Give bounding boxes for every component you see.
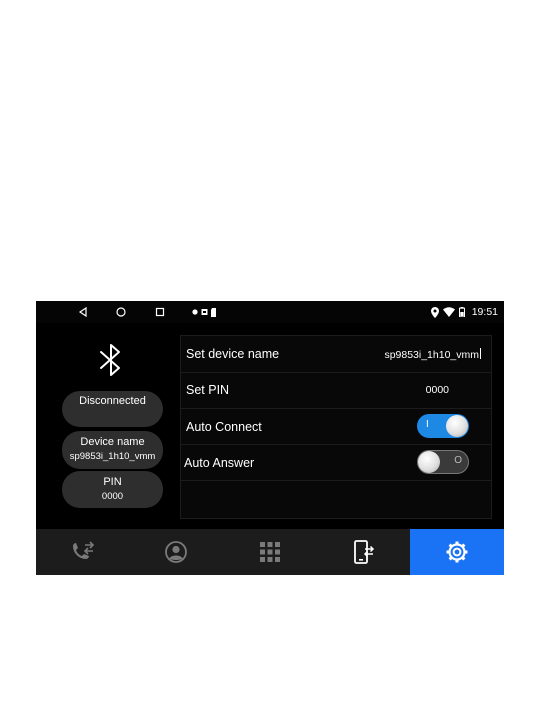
bluetooth-icon [100, 344, 120, 376]
contacts-icon [165, 541, 188, 563]
connection-status-text: Disconnected [79, 395, 146, 407]
auto-connect-label: Auto Connect [186, 420, 262, 434]
bluetooth-info-panel: Disconnected Device name sp9853i_1h10_vm… [36, 323, 180, 529]
toggle-on-mark: I [426, 419, 429, 430]
device-name-pill: Device name sp9853i_1h10_vmm [62, 431, 163, 469]
sdcard-icon [211, 307, 216, 317]
tab-call-log[interactable] [36, 529, 130, 575]
head-unit-screen: 19:51 Disconnected Device name sp9853i_1… [36, 301, 504, 575]
auto-answer-label: Auto Answer [184, 456, 255, 470]
home-icon[interactable] [114, 305, 128, 319]
bottom-tab-bar [36, 529, 504, 575]
settings-gear-icon [446, 541, 468, 563]
notification-dot-icon [192, 309, 198, 315]
system-status-icons: 19:51 [430, 304, 498, 320]
set-device-name-label: Set device name [186, 347, 280, 361]
notification-icons [192, 306, 217, 318]
set-pin-row[interactable]: Set PIN 0000 [181, 372, 491, 409]
connection-status-pill: Disconnected [62, 391, 163, 427]
tab-contacts[interactable] [130, 529, 224, 575]
dialpad-icon [259, 542, 280, 562]
pin-input[interactable]: 0000 [426, 384, 449, 396]
location-icon [430, 306, 439, 318]
pin-label: PIN [103, 476, 122, 488]
status-clock: 19:51 [471, 306, 498, 318]
recents-icon[interactable] [153, 305, 167, 319]
bluetooth-settings-list: Set device name sp9853i_1h10_vmm Set PIN… [180, 335, 492, 519]
auto-answer-row: Auto Answer O [181, 444, 491, 481]
status-bar: 19:51 [36, 301, 504, 323]
device-name-value: sp9853i_1h10_vmm [69, 451, 156, 462]
back-icon[interactable] [76, 305, 90, 319]
set-device-name-row[interactable]: Set device name sp9853i_1h10_vmm [181, 336, 491, 373]
pin-value: 0000 [101, 491, 124, 502]
device-name-label: Device name [80, 436, 145, 448]
toggle-knob [446, 415, 468, 437]
text-cursor [480, 348, 481, 359]
auto-connect-toggle[interactable]: I [417, 414, 469, 438]
call-transfer-icon [72, 541, 94, 559]
wifi-icon [442, 307, 455, 317]
media-icon [201, 309, 208, 315]
tab-settings[interactable] [410, 529, 504, 575]
set-pin-label: Set PIN [186, 383, 230, 397]
device-name-input[interactable]: sp9853i_1h10_vmm [384, 348, 481, 361]
tab-phone-sync[interactable] [317, 529, 411, 575]
tab-dialpad[interactable] [223, 529, 317, 575]
battery-icon [458, 307, 465, 317]
auto-connect-row: Auto Connect I [181, 408, 491, 445]
auto-answer-toggle[interactable]: O [417, 450, 469, 474]
pin-pill: PIN 0000 [62, 471, 163, 508]
phone-sync-icon [353, 540, 374, 564]
toggle-knob [418, 451, 440, 473]
toggle-off-mark: O [454, 455, 462, 466]
